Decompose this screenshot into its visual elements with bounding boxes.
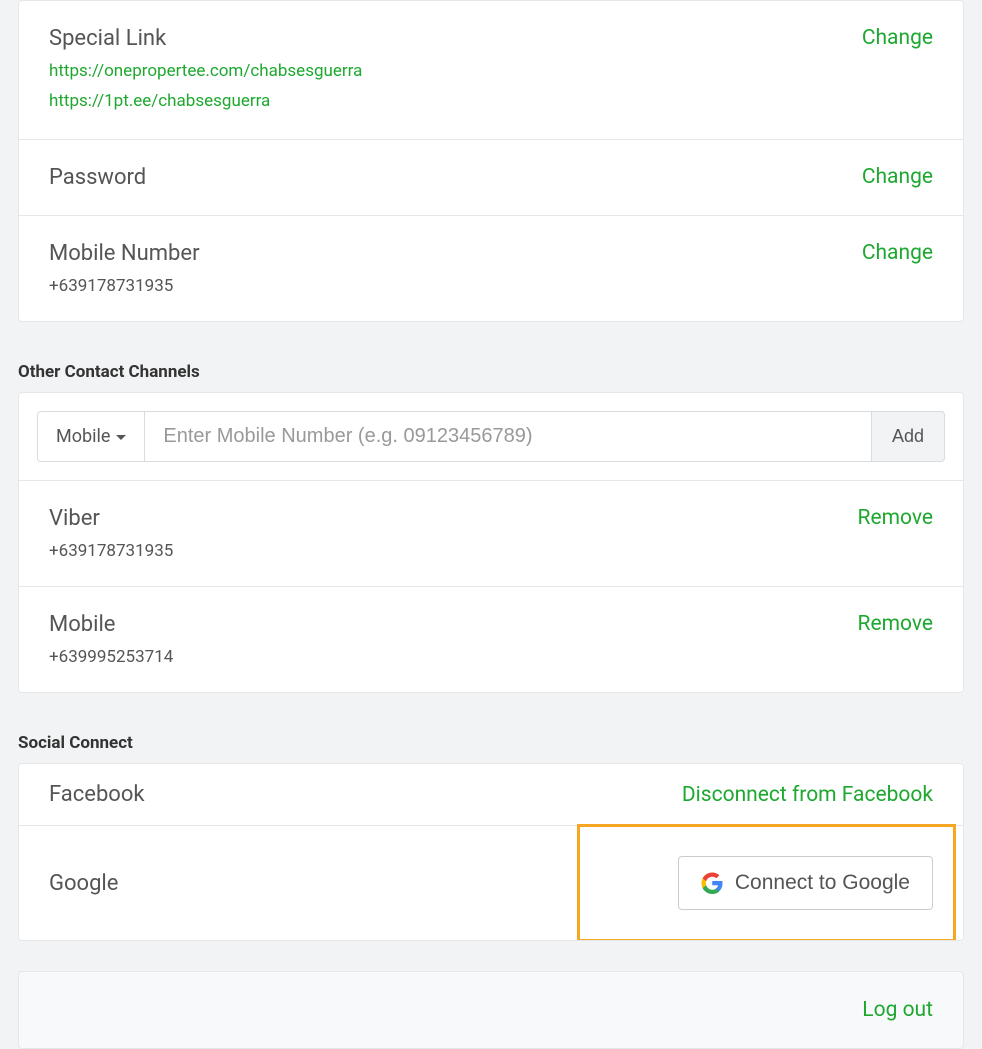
facebook-row: Facebook Disconnect from Facebook: [19, 764, 963, 826]
facebook-title: Facebook: [49, 782, 145, 807]
mobile-contact-row: Mobile +639995253714 Remove: [19, 587, 963, 692]
special-link-row: Special Link https://onepropertee.com/ch…: [19, 1, 963, 140]
facebook-disconnect[interactable]: Disconnect from Facebook: [682, 783, 933, 807]
special-link-2[interactable]: https://1pt.ee/chabsesguerra: [49, 91, 862, 111]
mobile-change[interactable]: Change: [862, 241, 933, 265]
logout-link[interactable]: Log out: [862, 998, 933, 1022]
google-title: Google: [49, 871, 118, 896]
mobile-contact-remove[interactable]: Remove: [858, 612, 934, 636]
caret-down-icon: [116, 435, 126, 440]
password-row: Password Change: [19, 140, 963, 216]
social-connect-heading: Social Connect: [18, 733, 964, 753]
viber-title: Viber: [49, 506, 858, 531]
special-link-title: Special Link: [49, 26, 862, 51]
google-row: Google Connect to Google: [19, 826, 963, 940]
contact-type-dropdown[interactable]: Mobile: [37, 411, 145, 462]
other-contacts-heading: Other Contact Channels: [18, 362, 964, 382]
google-icon: [701, 872, 723, 894]
connect-google-button[interactable]: Connect to Google: [678, 856, 933, 910]
password-change[interactable]: Change: [862, 165, 933, 189]
mobile-value: +639178731935: [49, 276, 862, 296]
google-button-label: Connect to Google: [735, 871, 910, 895]
mobile-row: Mobile Number +639178731935 Change: [19, 216, 963, 321]
viber-row: Viber +639178731935 Remove: [19, 481, 963, 587]
add-contact-button[interactable]: Add: [872, 411, 945, 462]
contact-input[interactable]: [145, 411, 872, 462]
special-link-change[interactable]: Change: [862, 26, 933, 50]
mobile-title: Mobile Number: [49, 241, 862, 266]
special-link-1[interactable]: https://onepropertee.com/chabsesguerra: [49, 61, 862, 81]
mobile-contact-title: Mobile: [49, 612, 858, 637]
viber-remove[interactable]: Remove: [858, 506, 934, 530]
mobile-contact-value: +639995253714: [49, 647, 858, 667]
account-card: Special Link https://onepropertee.com/ch…: [18, 0, 964, 322]
contact-type-label: Mobile: [56, 426, 110, 447]
logout-card: Log out: [18, 971, 964, 1049]
add-contact-row: Mobile Add: [19, 393, 963, 481]
other-contacts-card: Mobile Add Viber +639178731935 Remove Mo…: [18, 392, 964, 693]
password-title: Password: [49, 165, 862, 190]
viber-value: +639178731935: [49, 541, 858, 561]
social-card: Facebook Disconnect from Facebook Google…: [18, 763, 964, 941]
